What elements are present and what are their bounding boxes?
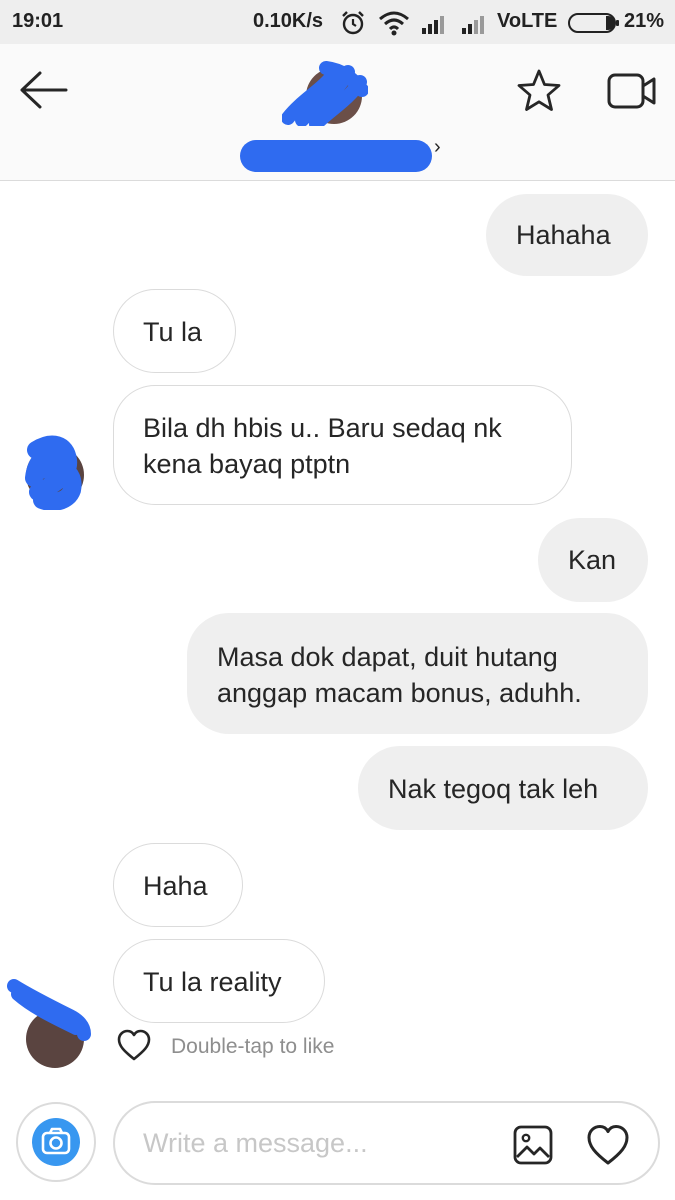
- message-bubble-sent[interactable]: Nak tegoq tak leh: [358, 746, 648, 830]
- message-text: Haha: [143, 871, 208, 901]
- star-icon[interactable]: [514, 66, 564, 116]
- message-composer: [113, 1101, 660, 1185]
- status-bar: 19:01 0.10K/s VoLTE 21%: [0, 0, 675, 44]
- redaction-scribble: [7, 979, 91, 1041]
- status-time: 19:01: [12, 10, 64, 32]
- chat-header: ›: [0, 44, 675, 181]
- message-text: Hahaha: [516, 220, 611, 250]
- message-text-line: anggap macam bonus, aduhh.: [217, 678, 582, 708]
- status-volte: VoLTE: [497, 10, 558, 32]
- battery-icon: [568, 13, 619, 33]
- alarm-icon: [342, 11, 364, 35]
- message-text-line: Masa dok dapat, duit hutang: [217, 642, 558, 672]
- message-bubble-received[interactable]: Tu la reality: [113, 939, 325, 1023]
- status-battery-percent: 21%: [624, 10, 665, 32]
- camera-icon: [32, 1118, 80, 1166]
- message-text: Nak tegoq tak leh: [388, 774, 599, 804]
- message-bubble-received[interactable]: Tu la: [113, 289, 236, 373]
- message-bubble-received[interactable]: Bila dh hbis u.. Baru sedaq nk kena baya…: [113, 385, 572, 505]
- signal-strength-icon: [422, 16, 444, 34]
- message-bubble-sent[interactable]: Kan: [538, 518, 648, 602]
- redaction-scribble: [25, 435, 82, 510]
- message-text: Tu la: [143, 317, 203, 347]
- message-text: Kan: [568, 545, 617, 575]
- chevron-right-icon[interactable]: ›: [434, 136, 441, 159]
- redaction-scribble: [282, 61, 368, 126]
- message-text: Tu la reality: [143, 967, 282, 997]
- status-network-speed: 0.10K/s: [253, 10, 324, 32]
- message-input[interactable]: [143, 1125, 503, 1161]
- heart-icon[interactable]: [116, 1028, 152, 1064]
- signal-strength-icon-2: [462, 16, 484, 34]
- contact-name-redaction[interactable]: [240, 140, 432, 172]
- arrow-left-icon[interactable]: [18, 70, 70, 110]
- message-bubble-received[interactable]: Haha: [113, 843, 243, 927]
- video-camera-icon[interactable]: [606, 70, 658, 112]
- message-text-line: Bila dh hbis u.. Baru sedaq nk: [143, 413, 502, 443]
- like-hint-text: Double-tap to like: [171, 1035, 335, 1058]
- message-bubble-sent[interactable]: Hahaha: [486, 194, 648, 276]
- gallery-icon[interactable]: [511, 1123, 555, 1167]
- message-text-line: kena bayaq ptptn: [143, 449, 351, 479]
- camera-button[interactable]: [16, 1102, 96, 1182]
- message-bubble-sent[interactable]: Masa dok dapat, duit hutang anggap macam…: [187, 613, 648, 734]
- wifi-icon: [379, 11, 409, 36]
- heart-icon[interactable]: [585, 1123, 631, 1167]
